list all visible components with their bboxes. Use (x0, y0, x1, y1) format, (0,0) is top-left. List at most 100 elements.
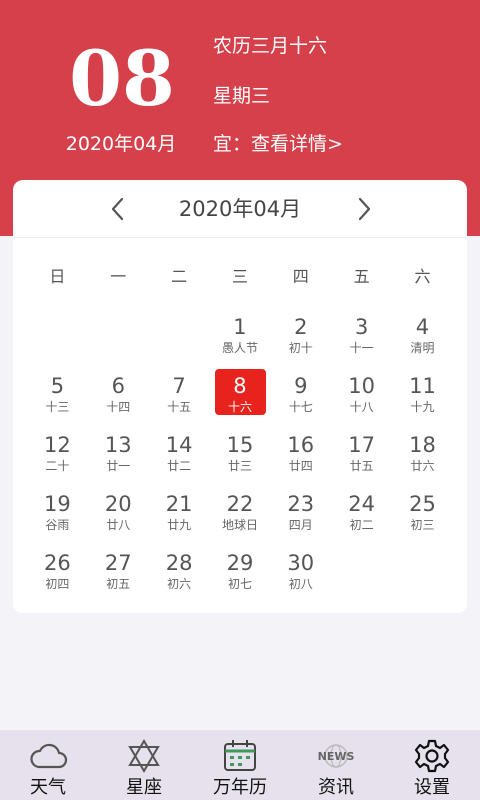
day-cell[interactable]: 5 十三 (27, 369, 88, 428)
next-month-button[interactable] (349, 194, 379, 224)
day-number: 12 (44, 433, 71, 457)
tab-settings[interactable]: 设置 (384, 730, 480, 800)
day-cell[interactable]: 7 十五 (149, 369, 210, 428)
tab-label: 星座 (126, 777, 162, 798)
lunar-day-label: 初八 (288, 577, 313, 591)
day-cell[interactable]: 21 廿九 (149, 487, 210, 546)
current-year-month: 2020年04月 (65, 133, 177, 155)
calendar-icon (220, 738, 260, 774)
empty-day-cell (88, 310, 149, 369)
tab-label: 设置 (414, 777, 450, 798)
day-cell[interactable]: 18 廿六 (392, 428, 453, 487)
bottom-tab-bar: 天气 星座 万年历 NEWS 资讯 设置 (0, 730, 480, 800)
day-cell[interactable]: 9 十七 (270, 369, 331, 428)
weekday-header: 五 (353, 267, 370, 286)
day-number: 9 (294, 374, 308, 398)
day-number: 2 (294, 315, 308, 339)
day-cell[interactable]: 24 初二 (331, 487, 392, 546)
day-number: 3 (354, 315, 369, 339)
day-number: 4 (415, 315, 430, 339)
lunar-day-label: 十八 (349, 400, 374, 414)
lunar-day-label: 廿九 (167, 518, 192, 532)
day-number: 25 (409, 492, 436, 516)
empty-day-cell (27, 310, 88, 369)
day-number: 23 (287, 492, 315, 516)
star-of-david-icon (124, 738, 164, 774)
weekday-label: 星期三 (213, 85, 271, 107)
day-cell[interactable]: 29 初七 (210, 546, 271, 605)
weekday-header: 日 (49, 267, 66, 286)
day-cell[interactable]: 20 廿八 (88, 487, 149, 546)
day-cell[interactable]: 16 廿四 (270, 428, 331, 487)
tab-weather[interactable]: 天气 (0, 730, 96, 800)
day-number: 29 (226, 551, 254, 575)
day-cell[interactable]: 1 愚人节 (210, 310, 271, 369)
day-number: 13 (104, 433, 132, 457)
tab-news[interactable]: NEWS 资讯 (288, 730, 384, 800)
day-number: 15 (226, 433, 254, 457)
day-cell[interactable]: 11 十九 (392, 369, 453, 428)
day-cell[interactable]: 26 初四 (27, 546, 88, 605)
day-cell[interactable]: 14 廿二 (149, 428, 210, 487)
lunar-day-label: 廿二 (167, 459, 192, 473)
calendar-day-grid: 1 愚人节 2 初十 3 十一 4 清明 5 十三 6 十四 7 十五 8 十六 9 十七 10 十八 11 十九 12 二十… (27, 310, 453, 605)
chevron-right-icon (358, 197, 371, 221)
day-cell[interactable]: 22 地球日 (210, 487, 271, 546)
day-cell[interactable]: 30 初八 (270, 546, 331, 605)
day-cell[interactable]: 3 十一 (331, 310, 392, 369)
prev-month-button[interactable] (103, 194, 133, 224)
day-cell[interactable]: 25 初三 (392, 487, 453, 546)
lunar-day-label: 十一 (349, 341, 374, 355)
day-number: 27 (104, 551, 132, 575)
lunar-day-label: 二十 (45, 459, 70, 473)
lunar-day-label: 十六 (227, 400, 252, 414)
day-cell[interactable]: 13 廿一 (88, 428, 149, 487)
day-cell-selected[interactable]: 8 十六 (210, 369, 271, 428)
tab-calendar[interactable]: 万年历 (192, 730, 288, 800)
day-cell[interactable]: 6 十四 (88, 369, 149, 428)
empty-day-cell (149, 310, 210, 369)
lunar-day-label: 初六 (167, 577, 192, 591)
weekday-header: 一 (110, 267, 127, 286)
cloud-icon (28, 738, 68, 774)
lunar-day-label: 愚人节 (221, 341, 258, 355)
current-day-number: 08 (69, 34, 175, 123)
day-cell[interactable]: 10 十八 (331, 369, 392, 428)
news-globe-icon: NEWS (316, 738, 356, 774)
weekday-header: 六 (414, 267, 431, 286)
lunar-day-label: 十四 (106, 400, 131, 414)
gear-icon (412, 738, 452, 774)
lunar-day-label: 初十 (288, 341, 313, 355)
day-cell[interactable]: 27 初五 (88, 546, 149, 605)
day-number: 7 (172, 374, 186, 398)
lunar-day-label: 清明 (410, 341, 435, 355)
day-number: 18 (409, 433, 436, 457)
day-cell[interactable]: 23 四月 (270, 487, 331, 546)
lunar-day-label: 廿三 (227, 459, 252, 473)
month-navigation: 2020年04月 (13, 180, 467, 238)
day-number: 28 (165, 551, 193, 575)
day-number: 5 (50, 374, 65, 398)
auspicious-details-link[interactable]: 宜：查看详情> (213, 130, 343, 158)
day-number: 11 (409, 374, 436, 398)
day-number: 30 (287, 551, 315, 575)
day-cell[interactable]: 19 谷雨 (27, 487, 88, 546)
lunar-day-label: 初二 (349, 518, 374, 532)
lunar-day-label: 十五 (167, 400, 192, 414)
day-cell[interactable]: 4 清明 (392, 310, 453, 369)
day-number: 17 (348, 433, 375, 457)
day-cell[interactable]: 12 二十 (27, 428, 88, 487)
day-number: 21 (165, 492, 193, 516)
lunar-day-label: 廿六 (410, 459, 435, 473)
lunar-day-label: 地球日 (221, 518, 258, 532)
day-number: 1 (233, 315, 247, 339)
day-number: 24 (348, 492, 375, 516)
news-icon-text: NEWS (318, 750, 355, 763)
day-cell[interactable]: 2 初十 (270, 310, 331, 369)
day-cell[interactable]: 17 廿五 (331, 428, 392, 487)
tab-horoscope[interactable]: 星座 (96, 730, 192, 800)
tab-label: 天气 (30, 777, 66, 798)
day-cell[interactable]: 15 廿三 (210, 428, 271, 487)
day-cell[interactable]: 28 初六 (149, 546, 210, 605)
day-number: 8 (233, 374, 247, 398)
